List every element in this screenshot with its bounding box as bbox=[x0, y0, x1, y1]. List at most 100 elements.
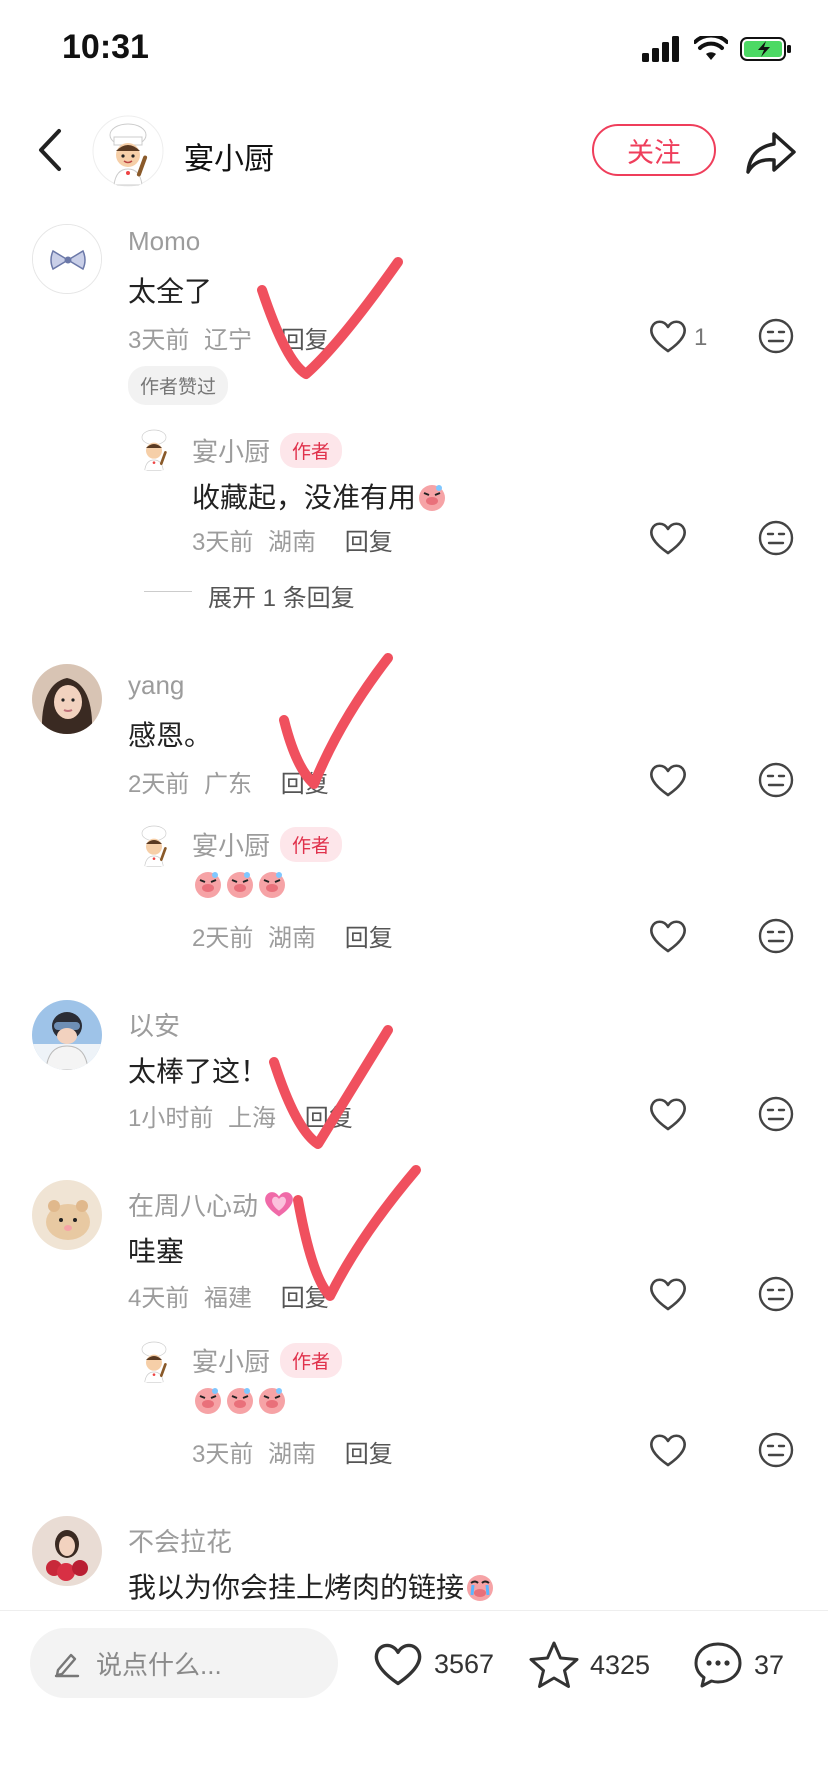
dislike-button[interactable] bbox=[758, 1096, 794, 1132]
dislike-button[interactable] bbox=[758, 318, 794, 354]
reply-username[interactable]: 宴小厨 作者 bbox=[192, 1342, 343, 1379]
expand-replies-button[interactable]: 展开 1 条回复 bbox=[208, 578, 355, 613]
comment-username[interactable]: Momo bbox=[128, 226, 200, 257]
comment-username[interactable]: 以安 bbox=[128, 1006, 180, 1043]
like-button[interactable] bbox=[648, 1432, 688, 1468]
heart-icon bbox=[650, 522, 686, 555]
reply-location: 湖南 bbox=[268, 529, 317, 556]
meh-face-icon bbox=[758, 520, 794, 556]
comment-time: 4天前 bbox=[128, 1285, 190, 1312]
comment-username[interactable]: 在周八心动 bbox=[128, 1186, 296, 1223]
check-mark-annotation bbox=[269, 1025, 393, 1149]
reply-meta: 2天前 湖南 回复 bbox=[192, 918, 393, 953]
reply-avatar[interactable] bbox=[130, 820, 178, 868]
heart-icon bbox=[374, 1643, 422, 1686]
favorite-post-button[interactable]: 4325 bbox=[528, 1640, 650, 1690]
comment-time: 2天前 bbox=[128, 771, 190, 798]
reply-username-text: 宴小厨 bbox=[192, 1347, 271, 1377]
heart-icon bbox=[650, 320, 686, 353]
chef-avatar-icon bbox=[92, 115, 164, 187]
comment-username[interactable]: yang bbox=[128, 670, 184, 701]
signal-icon bbox=[642, 36, 679, 62]
check-mark-annotation bbox=[279, 653, 393, 789]
likes-count: 3567 bbox=[434, 1648, 495, 1679]
share-icon bbox=[746, 132, 796, 174]
comments-button[interactable]: 37 bbox=[692, 1640, 784, 1690]
skier-avatar-icon bbox=[32, 1000, 102, 1070]
reply-username-text: 宴小厨 bbox=[192, 437, 271, 467]
dislike-button[interactable] bbox=[758, 520, 794, 556]
meh-face-icon bbox=[758, 918, 794, 954]
bow-avatar-icon bbox=[33, 225, 101, 293]
comments-count: 37 bbox=[754, 1649, 785, 1680]
like-post-button[interactable]: 3567 bbox=[372, 1640, 494, 1688]
pig-emoji-icon bbox=[195, 872, 221, 898]
reply-avatar[interactable] bbox=[130, 424, 178, 472]
status-icons bbox=[642, 36, 792, 62]
reply-meta: 3天前 湖南 回复 bbox=[192, 522, 393, 557]
author-avatar[interactable] bbox=[92, 115, 164, 187]
reply-username[interactable]: 宴小厨 作者 bbox=[192, 826, 343, 863]
expand-divider bbox=[144, 591, 192, 592]
comment-time: 1小时前 bbox=[128, 1105, 214, 1132]
pig-emoji-icon bbox=[259, 872, 285, 898]
reply-time: 3天前 bbox=[192, 1441, 254, 1468]
meh-face-icon bbox=[758, 762, 794, 798]
author-tag: 作者 bbox=[280, 1343, 343, 1378]
like-button[interactable] bbox=[648, 918, 688, 954]
back-button[interactable] bbox=[30, 120, 70, 180]
status-time: 10:31 bbox=[62, 28, 149, 66]
chef-avatar-icon bbox=[130, 424, 178, 472]
author-liked-tag: 作者赞过 bbox=[128, 366, 229, 405]
comment-text: 哇塞 bbox=[128, 1236, 185, 1267]
meh-face-icon bbox=[758, 1096, 794, 1132]
crying-pig-emoji-icon bbox=[467, 1575, 494, 1601]
pig-emoji-icon bbox=[195, 1388, 221, 1414]
comment-avatar-momo[interactable] bbox=[32, 224, 102, 294]
follow-button[interactable]: 关注 bbox=[592, 124, 716, 176]
comment-username[interactable]: 不会拉花 bbox=[128, 1522, 232, 1559]
reply-location: 湖南 bbox=[268, 1441, 317, 1468]
like-button[interactable] bbox=[648, 1096, 688, 1132]
hamster-avatar-icon bbox=[32, 1180, 102, 1250]
like-button[interactable] bbox=[648, 762, 688, 798]
reply-avatar[interactable] bbox=[130, 1336, 178, 1384]
reply-button[interactable]: 回复 bbox=[345, 925, 393, 952]
comment-text: 太全了 bbox=[128, 276, 213, 307]
dislike-button[interactable] bbox=[758, 1276, 794, 1312]
reply-username[interactable]: 宴小厨 作者 bbox=[192, 432, 343, 469]
reply-username-text: 宴小厨 bbox=[192, 831, 271, 861]
comment-text: 太棒了这！ bbox=[128, 1056, 269, 1087]
pig-emoji-icon bbox=[419, 485, 446, 511]
reply-text-content: 收藏起，没准有用 bbox=[192, 482, 417, 513]
comment-avatar-yian[interactable] bbox=[32, 1000, 102, 1070]
bottom-divider bbox=[0, 1610, 828, 1611]
favorites-count: 4325 bbox=[590, 1649, 651, 1680]
comment-input[interactable]: 说点什么... bbox=[30, 1628, 338, 1698]
reply-button[interactable]: 回复 bbox=[345, 529, 393, 556]
comment-text-content: 我以为你会挂上烤肉的链接 bbox=[128, 1572, 465, 1603]
like-button[interactable] bbox=[648, 520, 688, 556]
comment-avatar-yang[interactable] bbox=[32, 664, 102, 734]
meh-face-icon bbox=[758, 1432, 794, 1468]
pig-emoji-icon bbox=[259, 1388, 285, 1414]
dislike-button[interactable] bbox=[758, 762, 794, 798]
reply-emoji-row bbox=[192, 1384, 288, 1417]
check-mark-annotation bbox=[257, 257, 403, 379]
comment-avatar-buhuilahua[interactable] bbox=[32, 1516, 102, 1586]
like-button[interactable] bbox=[648, 1276, 688, 1312]
like-button[interactable] bbox=[648, 318, 688, 354]
wifi-icon bbox=[694, 36, 728, 60]
dislike-button[interactable] bbox=[758, 918, 794, 954]
comment-text: 感恩。 bbox=[128, 720, 213, 751]
reply-button[interactable]: 回复 bbox=[345, 1441, 393, 1468]
dislike-button[interactable] bbox=[758, 1432, 794, 1468]
reply-time: 3天前 bbox=[192, 529, 254, 556]
share-button[interactable] bbox=[744, 128, 798, 178]
comment-text: 我以为你会挂上烤肉的链接 bbox=[128, 1566, 496, 1606]
comment-location: 广东 bbox=[204, 771, 253, 798]
comment-avatar-zhouba[interactable] bbox=[32, 1180, 102, 1250]
comment-time: 3天前 bbox=[128, 327, 190, 354]
author-name[interactable]: 宴小厨 bbox=[184, 134, 274, 178]
pig-emoji-icon bbox=[227, 1388, 253, 1414]
